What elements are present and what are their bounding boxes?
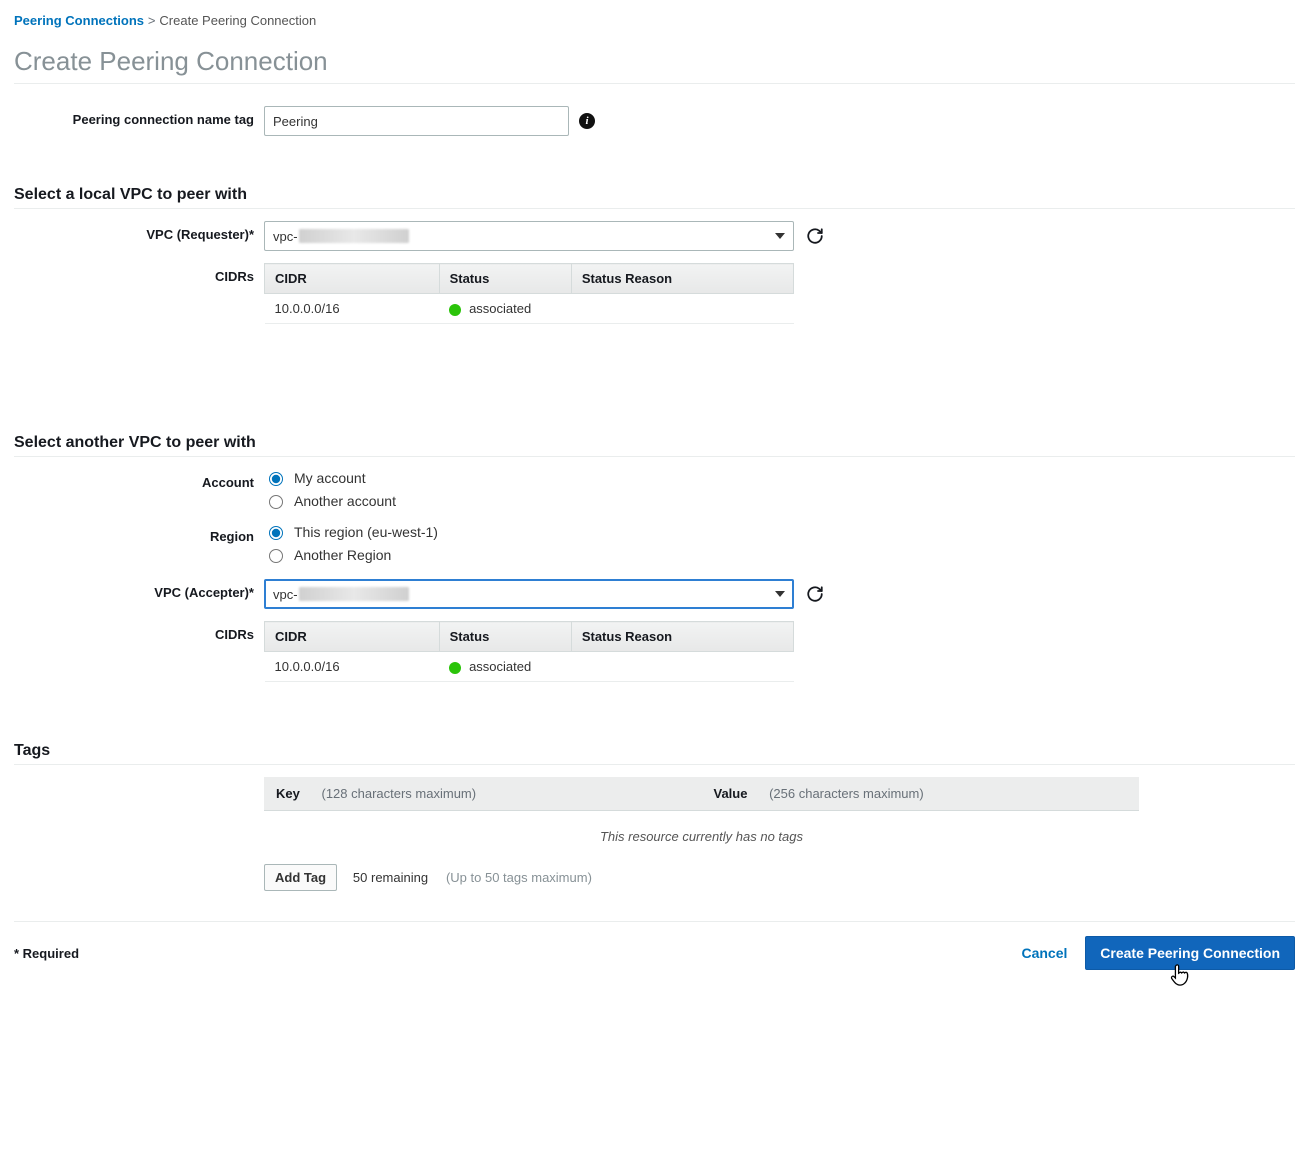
- reason-cell: [571, 294, 793, 324]
- status-cell: associated: [439, 294, 571, 324]
- tags-table: Key (128 characters maximum) Value (256 …: [264, 777, 1139, 811]
- refresh-icon[interactable]: [806, 585, 824, 603]
- divider: [14, 208, 1295, 209]
- redacted-text: [299, 229, 409, 243]
- accepter-cidr-table: CIDR Status Status Reason 10.0.0.0/16 as…: [264, 621, 794, 682]
- refresh-icon[interactable]: [806, 227, 824, 245]
- divider: [14, 83, 1295, 84]
- region-label: Region: [14, 523, 264, 544]
- breadcrumb-current: Create Peering Connection: [159, 13, 316, 28]
- name-tag-input[interactable]: [264, 106, 569, 136]
- local-cidr-table: CIDR Status Status Reason 10.0.0.0/16 as…: [264, 263, 794, 324]
- add-tag-button[interactable]: Add Tag: [264, 864, 337, 891]
- tags-remaining: 50 remaining: [353, 870, 428, 885]
- account-label: Account: [14, 469, 264, 490]
- region-this-radio[interactable]: [269, 526, 283, 540]
- region-other-option[interactable]: Another Region: [264, 546, 1295, 563]
- chevron-down-icon: [775, 233, 785, 239]
- divider: [14, 456, 1295, 457]
- chevron-down-icon: [775, 591, 785, 597]
- vpc-accepter-select[interactable]: vpc-: [264, 579, 794, 609]
- tags-empty-text: This resource currently has no tags: [264, 811, 1139, 858]
- vpc-requester-select[interactable]: vpc-: [264, 221, 794, 251]
- account-my-option[interactable]: My account: [264, 469, 1295, 486]
- local-cidrs-label: CIDRs: [14, 259, 264, 284]
- region-this-option[interactable]: This region (eu-west-1): [264, 523, 1295, 540]
- another-vpc-section-title: Select another VPC to peer with: [14, 434, 1295, 452]
- tags-max-hint: (Up to 50 tags maximum): [446, 870, 592, 885]
- status-dot-icon: [449, 304, 461, 316]
- cancel-button[interactable]: Cancel: [1007, 937, 1081, 969]
- tags-section-title: Tags: [14, 742, 1295, 760]
- cidr-cell: 10.0.0.0/16: [265, 652, 440, 682]
- col-reason: Status Reason: [571, 264, 793, 294]
- vpc-requester-value-prefix: vpc-: [273, 229, 298, 244]
- col-reason: Status Reason: [571, 622, 793, 652]
- table-row: 10.0.0.0/16 associated: [265, 294, 794, 324]
- account-other-option[interactable]: Another account: [264, 492, 1295, 509]
- local-vpc-section-title: Select a local VPC to peer with: [14, 186, 1295, 204]
- col-cidr: CIDR: [265, 622, 440, 652]
- account-my-radio[interactable]: [269, 472, 283, 486]
- vpc-accepter-value-prefix: vpc-: [273, 587, 298, 602]
- status-dot-icon: [449, 662, 461, 674]
- required-note: * Required: [14, 946, 79, 961]
- page-title: Create Peering Connection: [14, 46, 1295, 77]
- divider: [14, 764, 1295, 765]
- status-cell: associated: [439, 652, 571, 682]
- redacted-text: [299, 587, 409, 601]
- account-other-radio[interactable]: [269, 495, 283, 509]
- col-status: Status: [439, 622, 571, 652]
- tags-key-col: Key (128 characters maximum): [264, 777, 702, 811]
- breadcrumb-parent-link[interactable]: Peering Connections: [14, 13, 144, 28]
- breadcrumb: Peering Connections > Create Peering Con…: [14, 12, 1295, 28]
- breadcrumb-separator: >: [148, 13, 156, 28]
- vpc-accepter-label: VPC (Accepter)*: [14, 579, 264, 600]
- region-other-radio[interactable]: [269, 549, 283, 563]
- vpc-requester-label: VPC (Requester)*: [14, 221, 264, 242]
- name-tag-label: Peering connection name tag: [14, 106, 264, 127]
- create-peering-button[interactable]: Create Peering Connection: [1085, 936, 1295, 970]
- cidr-cell: 10.0.0.0/16: [265, 294, 440, 324]
- reason-cell: [571, 652, 793, 682]
- col-cidr: CIDR: [265, 264, 440, 294]
- info-icon[interactable]: i: [579, 113, 595, 129]
- table-row: 10.0.0.0/16 associated: [265, 652, 794, 682]
- accepter-cidrs-label: CIDRs: [14, 617, 264, 642]
- col-status: Status: [439, 264, 571, 294]
- tags-value-col: Value (256 characters maximum): [702, 777, 1140, 811]
